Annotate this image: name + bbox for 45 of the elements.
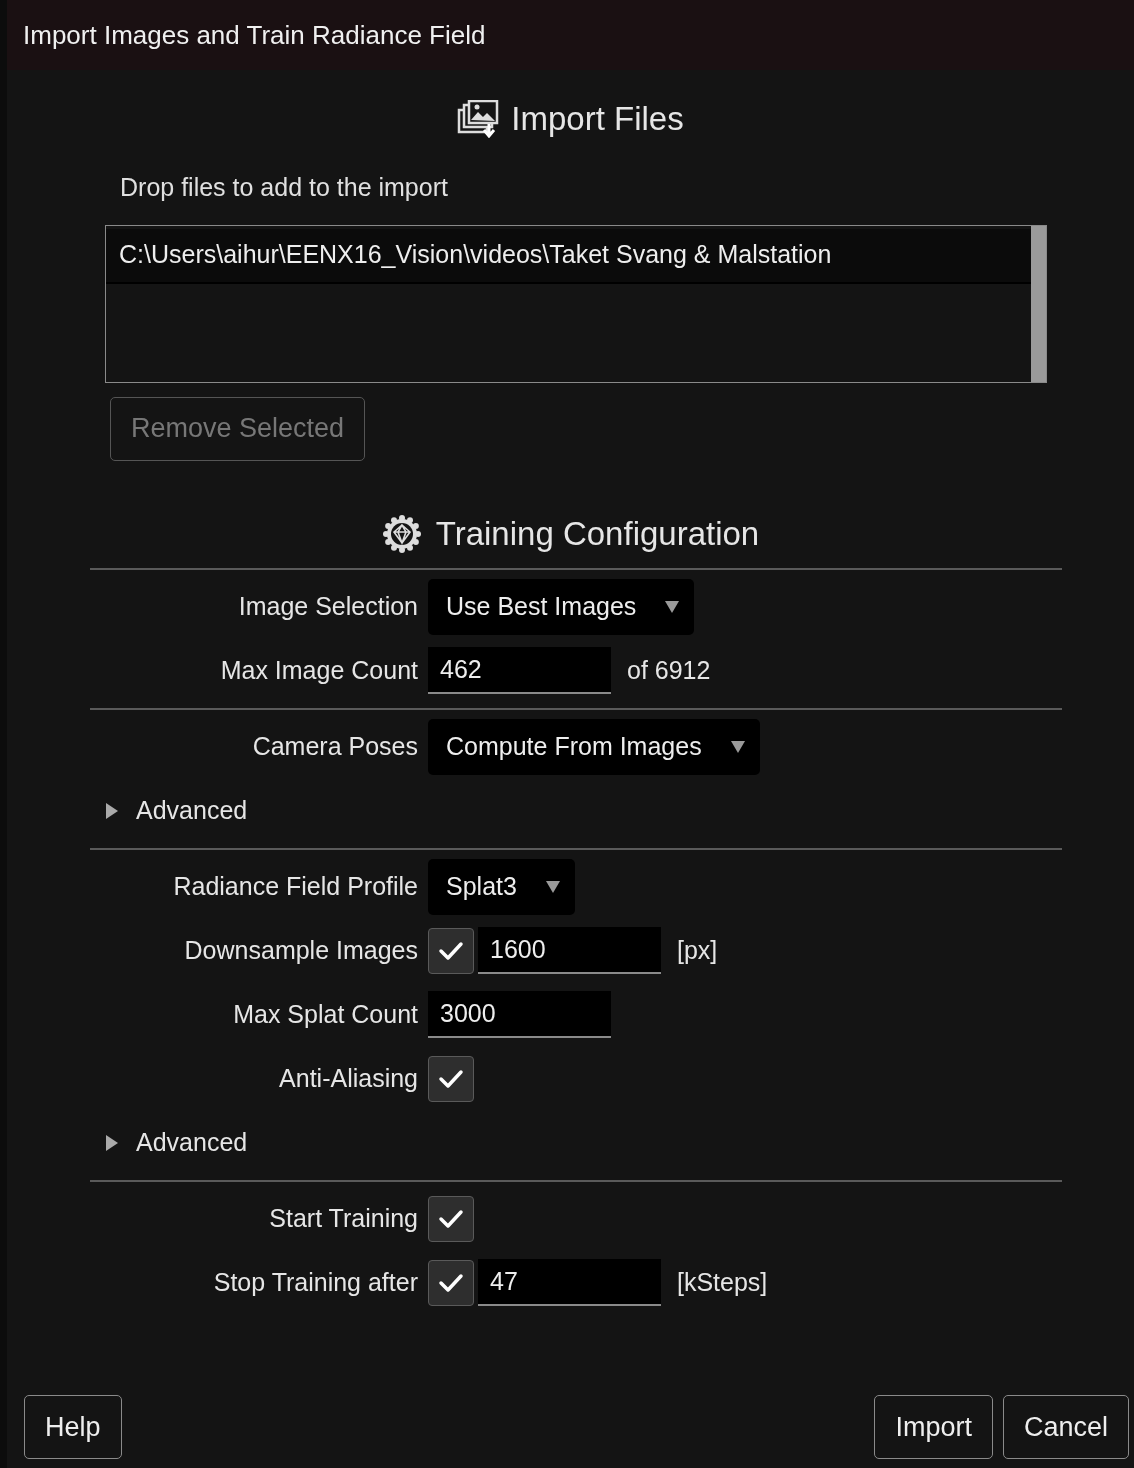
checkbox[interactable] [428, 1055, 474, 1102]
field-label: Start Training [269, 1202, 418, 1234]
number-field[interactable]: 3000 [428, 991, 611, 1038]
field-label: Stop Training after [213, 1266, 418, 1298]
field-label: Max Splat Count [233, 998, 418, 1030]
caret-icon [729, 739, 746, 754]
section-heading: Training Configuration [435, 513, 760, 554]
checkbox[interactable] [428, 927, 474, 974]
field-label: Anti-Aliasing [279, 1062, 418, 1094]
number-field[interactable]: 462 [428, 647, 611, 694]
field-label: Image Selection [238, 590, 418, 622]
triangle-icon [104, 1133, 120, 1152]
scrollbar[interactable] [1031, 225, 1046, 382]
gear-icon [381, 513, 422, 554]
dialog-button[interactable]: Import [874, 1395, 993, 1459]
checkmark-icon [438, 939, 464, 962]
unit-label: of 6912 [627, 654, 711, 686]
field-label: Downsample Images [184, 934, 418, 966]
advanced-toggle[interactable]: Advanced [90, 1110, 1062, 1175]
help-button[interactable]: Help [24, 1395, 122, 1459]
checkmark-icon [438, 1067, 464, 1090]
file-list-item[interactable]: C:\Users\aihur\EENX16_Vision\videos\Taket Svang & Malstation [106, 228, 1031, 284]
images-icon [457, 100, 500, 138]
window-title: Import Images and Train Radiance Field [23, 18, 486, 52]
checkmark-icon [438, 1207, 464, 1230]
field-label: Max Image Count [220, 654, 418, 686]
dialog-button[interactable]: Cancel [1002, 1395, 1129, 1459]
drop-hint: Drop files to add to the import [120, 172, 449, 203]
caret-icon [544, 879, 561, 894]
number-field[interactable]: 47 [478, 1259, 661, 1306]
dropdown[interactable]: Compute From Images [428, 718, 760, 775]
triangle-icon [104, 801, 120, 820]
dropdown[interactable]: Use Best Images [428, 578, 695, 635]
dropdown[interactable]: Splat3 [428, 858, 575, 915]
checkmark-icon [438, 1271, 464, 1294]
unit-label: [px] [677, 934, 718, 966]
advanced-toggle[interactable]: Advanced [90, 778, 1062, 843]
number-field[interactable]: 1600 [478, 927, 661, 974]
caret-icon [664, 599, 681, 614]
checkbox[interactable] [428, 1259, 474, 1306]
section-heading: Import Files [511, 99, 684, 140]
field-label: Camera Poses [252, 730, 418, 762]
unit-label: [kSteps] [677, 1266, 768, 1298]
checkbox[interactable] [428, 1195, 474, 1242]
field-label: Radiance Field Profile [173, 870, 418, 902]
